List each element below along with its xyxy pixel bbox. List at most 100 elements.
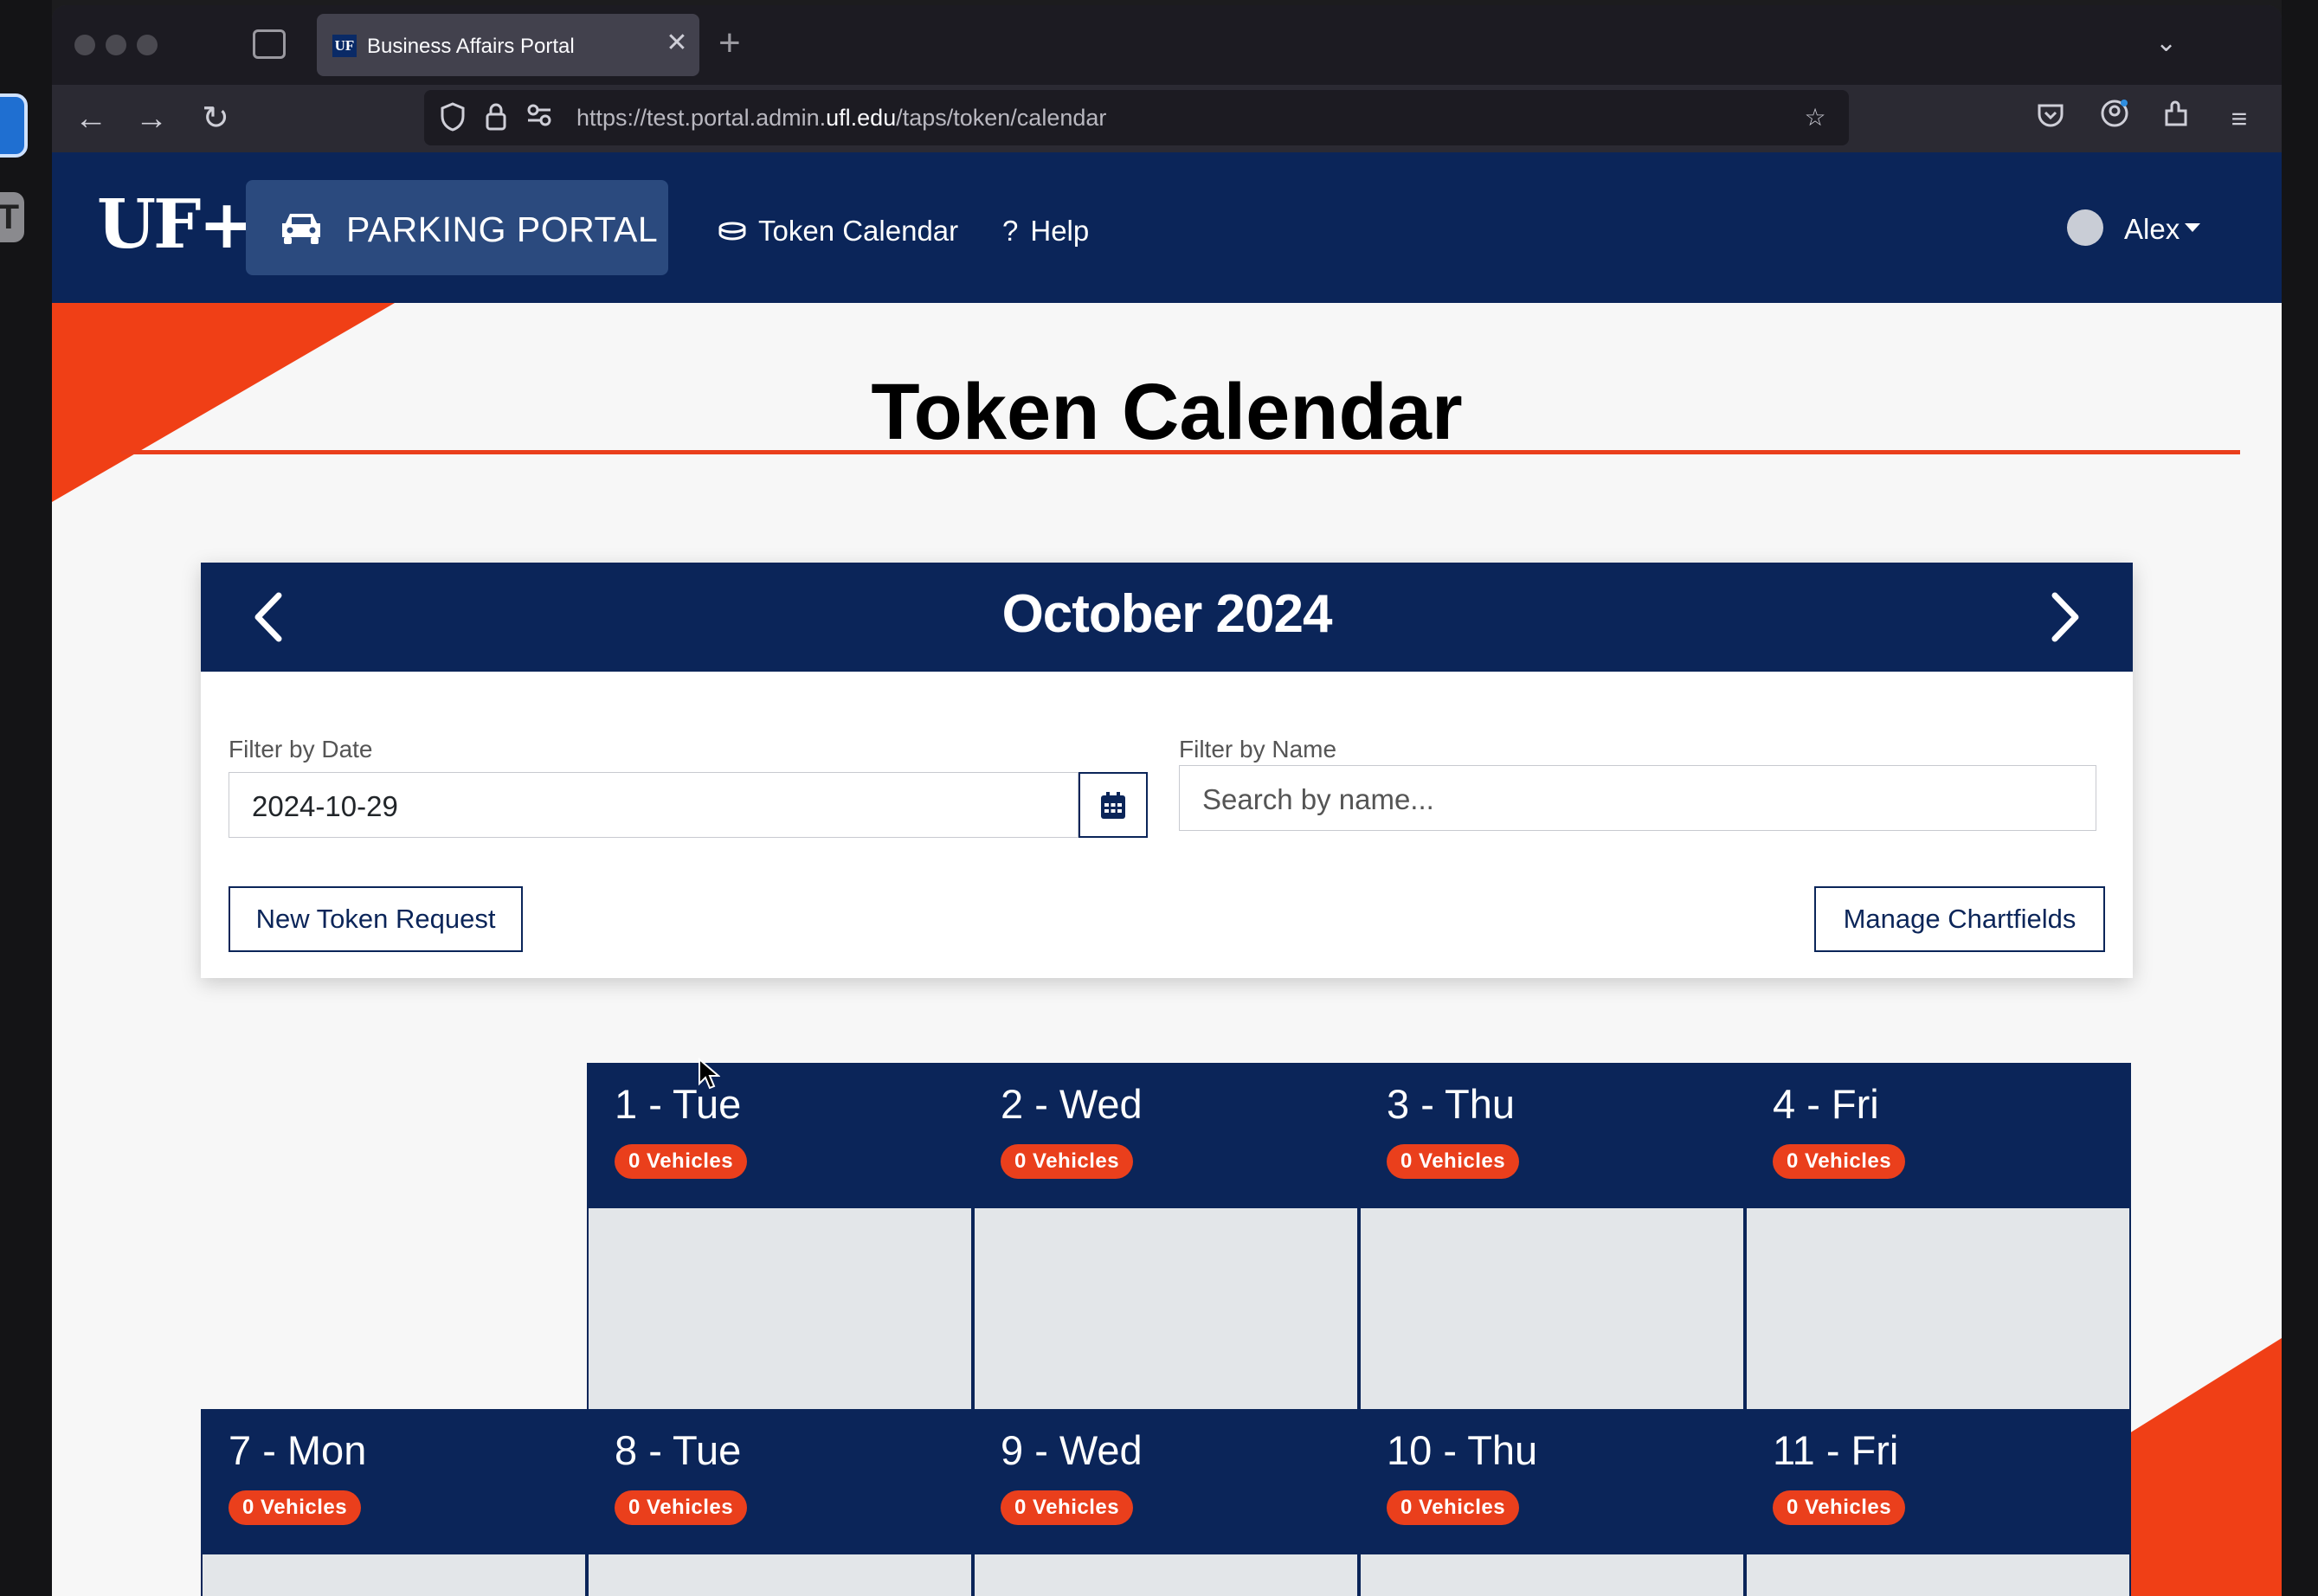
new-tab-icon[interactable]: + xyxy=(718,24,741,62)
dock-app-icon-t[interactable]: T xyxy=(0,192,24,242)
day-cell[interactable]: 9 - Wed 0 Vehicles xyxy=(973,1409,1359,1596)
day-body[interactable] xyxy=(973,1208,1359,1411)
uf-favicon-icon: UF xyxy=(332,35,357,57)
back-arrow-icon[interactable]: ← xyxy=(71,99,111,138)
uf-logo[interactable]: UF+ xyxy=(97,190,255,260)
vehicle-count-badge: 0 Vehicles xyxy=(229,1490,362,1525)
vehicle-count-badge: 0 Vehicles xyxy=(1001,1144,1134,1179)
day-header: 2 - Wed 0 Vehicles xyxy=(973,1063,1359,1208)
day-header: 4 - Fri 0 Vehicles xyxy=(1745,1063,2131,1208)
day-label: 2 - Wed xyxy=(1001,1081,1143,1127)
calendar-controls-card: October 2024 Filter by Date 2024-10-29 F… xyxy=(201,563,2133,978)
day-body[interactable] xyxy=(973,1554,1359,1596)
window-minimize-control[interactable] xyxy=(106,35,126,55)
day-label: 9 - Wed xyxy=(1001,1427,1143,1473)
desktop-left-strip: T xyxy=(0,0,52,1596)
tab-close-icon[interactable]: ✕ xyxy=(661,28,692,59)
day-header: 9 - Wed 0 Vehicles xyxy=(973,1409,1359,1554)
forward-arrow-icon[interactable]: → xyxy=(132,99,171,138)
day-cell[interactable]: 2 - Wed 0 Vehicles xyxy=(973,1063,1359,1411)
avatar xyxy=(2067,209,2103,247)
lock-icon[interactable] xyxy=(481,102,511,133)
coins-icon xyxy=(718,215,746,248)
parking-portal-home-button[interactable]: PARKING PORTAL xyxy=(246,180,668,275)
day-cell[interactable]: 1 - Tue 0 Vehicles xyxy=(587,1063,973,1411)
extensions-icon[interactable] xyxy=(2157,99,2197,138)
filter-date-input[interactable]: 2024-10-29 xyxy=(229,772,1079,838)
filter-date-label: Filter by Date xyxy=(229,736,373,763)
tab-title: Business Affairs Portal xyxy=(367,35,575,58)
vehicle-count-badge: 0 Vehicles xyxy=(1773,1490,1906,1525)
day-body[interactable] xyxy=(1745,1208,2131,1411)
mouse-cursor-icon xyxy=(699,1058,720,1090)
date-picker-button[interactable] xyxy=(1079,772,1148,838)
nav-help[interactable]: ? Help xyxy=(1002,215,1089,248)
address-bar[interactable]: https://test.portal.admin.ufl.edu/taps/t… xyxy=(424,90,1849,145)
car-icon xyxy=(282,214,320,244)
user-menu[interactable]: Alex xyxy=(2067,209,2201,249)
day-label: 11 - Fri xyxy=(1773,1427,1899,1473)
day-label: 7 - Mon xyxy=(229,1427,367,1473)
day-cell[interactable]: 7 - Mon 0 Vehicles xyxy=(201,1409,587,1596)
chevron-down-icon[interactable]: ⌄ xyxy=(2155,28,2177,58)
bookmark-star-icon[interactable]: ☆ xyxy=(1800,102,1830,133)
browser-toolbar: ← → ↻ https://test.portal.admin.ufl.edu/… xyxy=(52,85,2282,152)
day-cell[interactable]: 4 - Fri 0 Vehicles xyxy=(1745,1063,2131,1411)
nav-help-label: Help xyxy=(1030,215,1090,247)
day-body[interactable] xyxy=(1359,1554,1745,1596)
dock-app-icon[interactable] xyxy=(0,93,28,158)
calendar-grid: 1 - Tue 0 Vehicles 2 - Wed 0 Vehicles 3 … xyxy=(201,1063,2133,1596)
shield-icon[interactable] xyxy=(438,102,467,133)
day-label: 10 - Thu xyxy=(1387,1427,1538,1473)
browser-window: UF Business Affairs Portal ✕ + ⌄ ← → ↻ h… xyxy=(52,5,2282,1596)
vehicle-count-badge: 0 Vehicles xyxy=(615,1144,748,1179)
day-body[interactable] xyxy=(587,1554,973,1596)
day-header: 10 - Thu 0 Vehicles xyxy=(1359,1409,1745,1554)
browser-tab[interactable]: UF Business Affairs Portal ✕ xyxy=(317,14,699,76)
filter-date-value: 2024-10-29 xyxy=(252,790,398,822)
caret-down-icon xyxy=(2185,223,2201,233)
vehicle-count-badge: 0 Vehicles xyxy=(615,1490,748,1525)
tab-bar: UF Business Affairs Portal ✕ + ⌄ xyxy=(52,5,2282,85)
page-title: Token Calendar xyxy=(871,368,1463,456)
desktop-right-strip xyxy=(2282,0,2318,1596)
nav-token-calendar-label: Token Calendar xyxy=(758,215,959,247)
window-close-control[interactable] xyxy=(74,35,95,55)
day-cell[interactable]: 11 - Fri 0 Vehicles xyxy=(1745,1409,2131,1596)
month-navigator: October 2024 xyxy=(201,563,2133,672)
day-label: 3 - Thu xyxy=(1387,1081,1516,1127)
reload-icon[interactable]: ↻ xyxy=(196,99,235,138)
day-header: 8 - Tue 0 Vehicles xyxy=(587,1409,973,1554)
month-label: October 2024 xyxy=(1001,584,1333,644)
site-header: UF+ PARKING PORTAL Token Calendar ? Help… xyxy=(52,152,2282,303)
day-cell[interactable]: 10 - Thu 0 Vehicles xyxy=(1359,1409,1745,1596)
vehicle-count-badge: 0 Vehicles xyxy=(1001,1490,1134,1525)
decorative-corner-triangle-bottom xyxy=(2129,1338,2282,1596)
web-page: UF+ PARKING PORTAL Token Calendar ? Help… xyxy=(52,152,2282,1596)
pocket-icon[interactable] xyxy=(2031,99,2070,138)
day-label: 8 - Tue xyxy=(615,1427,742,1473)
day-cell[interactable]: 8 - Tue 0 Vehicles xyxy=(587,1409,973,1596)
day-body[interactable] xyxy=(1359,1208,1745,1411)
manage-chartfields-button[interactable]: Manage Chartfields xyxy=(1814,886,2105,952)
day-cell[interactable]: 3 - Thu 0 Vehicles xyxy=(1359,1063,1745,1411)
account-icon[interactable] xyxy=(2095,99,2134,138)
next-month-chevron-icon[interactable] xyxy=(2041,589,2089,646)
day-body[interactable] xyxy=(1745,1554,2131,1596)
new-token-request-button[interactable]: New Token Request xyxy=(229,886,523,952)
day-label: 4 - Fri xyxy=(1773,1081,1879,1127)
brand-label: PARKING PORTAL xyxy=(346,209,659,249)
permissions-icon[interactable] xyxy=(525,102,554,133)
day-header: 1 - Tue 0 Vehicles xyxy=(587,1063,973,1208)
nav-token-calendar[interactable]: Token Calendar xyxy=(718,215,958,248)
window-zoom-control[interactable] xyxy=(137,35,158,55)
day-body[interactable] xyxy=(201,1554,587,1596)
question-icon: ? xyxy=(1002,215,1019,247)
filter-name-placeholder: Search by name... xyxy=(1202,783,1434,815)
day-body[interactable] xyxy=(587,1208,973,1411)
filter-name-label: Filter by Name xyxy=(1179,736,1337,763)
day-header: 7 - Mon 0 Vehicles xyxy=(201,1409,587,1554)
tab-list-icon[interactable] xyxy=(253,29,286,59)
menu-hamburger-icon[interactable]: ≡ xyxy=(2219,99,2259,138)
filter-name-input[interactable]: Search by name... xyxy=(1179,765,2096,831)
